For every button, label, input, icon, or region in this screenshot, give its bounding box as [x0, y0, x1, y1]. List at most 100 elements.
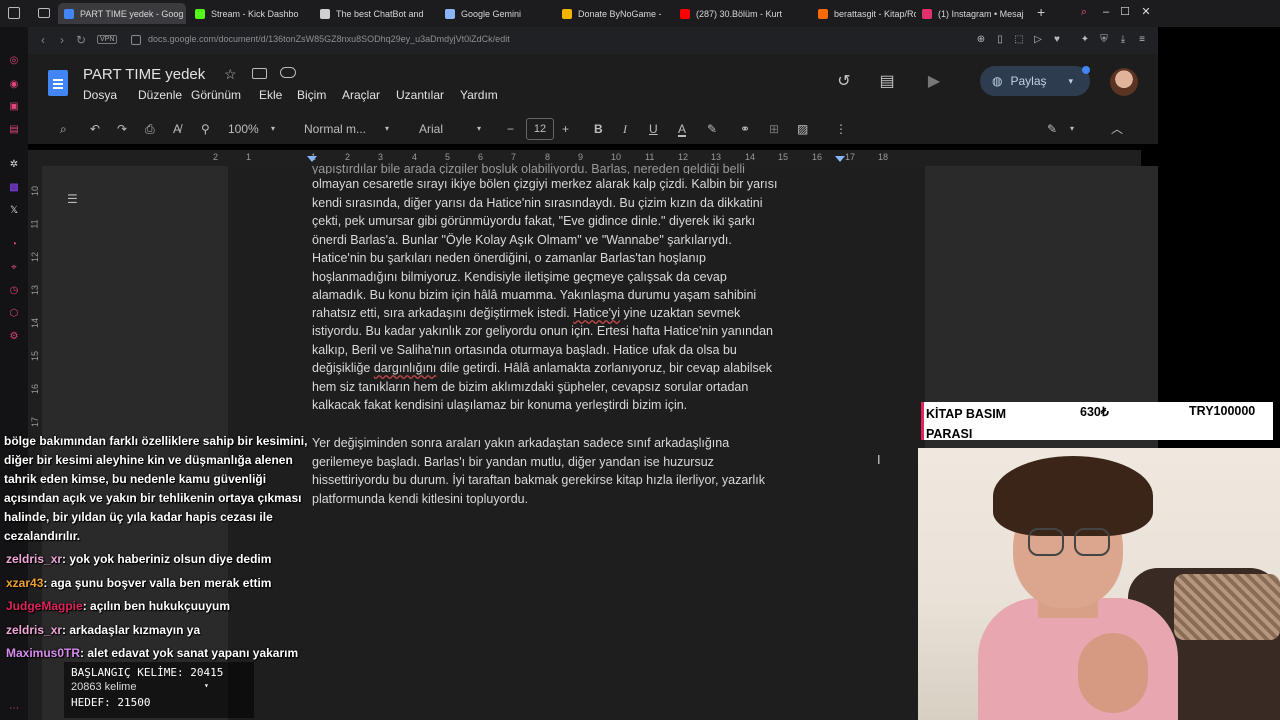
extensions-icon[interactable]: ⬡: [8, 308, 20, 320]
chevron-down-icon[interactable]: ▾: [385, 121, 389, 137]
menu-yardım[interactable]: Yardım: [460, 88, 498, 102]
aria-icon[interactable]: ◎: [8, 55, 20, 67]
font-select[interactable]: Arial: [419, 121, 443, 137]
chat-username[interactable]: zeldris_xr: [6, 552, 62, 566]
browser-tab[interactable]: Donate ByNoGame -: [562, 3, 667, 24]
search-menus-icon[interactable]: ⌕: [60, 121, 67, 137]
undo-icon[interactable]: ↶: [90, 121, 100, 137]
more-icon[interactable]: ⋯: [8, 703, 20, 715]
version-history-icon[interactable]: ↺: [834, 72, 854, 92]
redo-icon[interactable]: ↷: [117, 121, 127, 137]
back-button[interactable]: ‹: [36, 33, 50, 47]
spelling-error[interactable]: Hatice'yi: [573, 306, 620, 320]
reload-button[interactable]: ↻: [74, 33, 88, 47]
bookmark-icon[interactable]: ▯: [994, 34, 1006, 46]
search-tabs-icon[interactable]: ⌕: [1077, 5, 1091, 19]
x-icon[interactable]: 𝕏: [8, 205, 20, 217]
zoom-icon[interactable]: ⊕: [975, 34, 987, 46]
pin-icon[interactable]: ⌖: [8, 262, 20, 274]
forward-button[interactable]: ›: [55, 33, 69, 47]
hide-menus-icon[interactable]: ︿: [1111, 121, 1123, 137]
text-color-icon[interactable]: A: [678, 121, 687, 137]
style-select[interactable]: Normal m...: [304, 121, 366, 137]
avatar[interactable]: [1110, 68, 1138, 96]
chat-username[interactable]: zeldris_xr: [6, 623, 62, 637]
site-info-icon[interactable]: [131, 35, 141, 45]
font-size-input[interactable]: 12: [526, 118, 554, 140]
insert-link-icon[interactable]: ⚭: [740, 121, 750, 137]
browser-tab[interactable]: Stream - Kick Dashbo: [195, 3, 305, 24]
document-title[interactable]: PART TIME yedek: [83, 66, 205, 83]
menu-biçim[interactable]: Biçim: [297, 88, 326, 102]
increase-font-size-button[interactable]: +: [562, 121, 569, 137]
editing-mode-icon[interactable]: ✎: [1047, 121, 1057, 137]
menu-araçlar[interactable]: Araçlar: [342, 88, 380, 102]
shield-icon[interactable]: ⛨: [1098, 34, 1110, 46]
chevron-down-icon[interactable]: ▾: [1070, 121, 1074, 137]
meet-icon[interactable]: ▶: [924, 72, 944, 92]
spelling-error[interactable]: dargınlığını: [374, 361, 437, 375]
history-icon[interactable]: ◷: [8, 285, 20, 297]
play-icon[interactable]: ▷: [1032, 34, 1044, 46]
chevron-down-icon[interactable]: ▾: [477, 121, 481, 137]
chevron-down-icon[interactable]: ▾: [1069, 76, 1074, 87]
italic-button[interactable]: I: [623, 121, 627, 137]
browser-tab[interactable]: Google Gemini: [445, 3, 550, 24]
more-options-icon[interactable]: ⋮: [835, 121, 847, 137]
add-comment-icon[interactable]: ⊞: [769, 121, 779, 137]
current-word-count[interactable]: 20863 kelime: [71, 681, 136, 693]
zoom-select[interactable]: 100%: [228, 121, 259, 137]
menu-düzenle[interactable]: Düzenle: [138, 88, 182, 102]
docs-logo-icon[interactable]: [48, 70, 68, 96]
paint-format-icon[interactable]: ⚲: [201, 121, 210, 137]
twitch-icon[interactable]: ▩: [8, 182, 20, 194]
chat-username[interactable]: xzar43: [6, 576, 43, 590]
star-icon[interactable]: ☆: [224, 66, 237, 83]
cloud-status-icon[interactable]: [280, 67, 296, 78]
url-text[interactable]: docs.google.com/document/d/136tonZsW85GZ…: [148, 34, 510, 44]
decrease-font-size-button[interactable]: −: [507, 121, 514, 137]
underline-button[interactable]: U: [649, 121, 658, 137]
browser-tab[interactable]: (287) 30.Bölüm - Kurt: [680, 3, 805, 24]
browser-tab[interactable]: The best ChatBot and: [320, 3, 430, 24]
chevron-down-icon[interactable]: ▾: [271, 121, 275, 137]
extensions-icon[interactable]: ✦: [1079, 34, 1091, 46]
insert-image-icon[interactable]: ▨: [797, 121, 808, 137]
browser-tab[interactable]: berattasgit - Kitap/Ro: [818, 3, 916, 24]
menu-görünüm[interactable]: Görünüm: [191, 88, 241, 102]
menu-dosya[interactable]: Dosya: [83, 88, 117, 102]
tab-overview-icon[interactable]: [38, 8, 50, 18]
maximize-button[interactable]: ☐: [1118, 5, 1132, 19]
mail-icon[interactable]: ▤: [8, 124, 20, 136]
paragraph[interactable]: Yer değişiminden sonra araları yakın ark…: [312, 434, 842, 508]
share-button[interactable]: ◍ Paylaş ▾: [980, 66, 1090, 96]
document-outline-icon[interactable]: ☰: [67, 192, 78, 206]
highlight-icon[interactable]: ✎: [707, 121, 717, 137]
paragraph[interactable]: olmayan cesaretle sırayı ikiye bölen çiz…: [312, 175, 842, 305]
screenshot-icon[interactable]: ⬚: [1013, 34, 1025, 46]
print-icon[interactable]: ⎙: [145, 121, 155, 137]
player-icon[interactable]: ◔: [8, 239, 20, 251]
move-folder-icon[interactable]: [252, 68, 267, 79]
spellcheck-icon[interactable]: A̸: [173, 121, 181, 137]
chat-username[interactable]: JudgeMagpie: [6, 599, 83, 613]
minimize-button[interactable]: –: [1099, 5, 1113, 19]
menu-uzantılar[interactable]: Uzantılar: [396, 88, 444, 102]
chatgpt-icon[interactable]: ✲: [8, 159, 20, 171]
settings-icon[interactable]: ≡: [1136, 34, 1148, 46]
messenger-icon[interactable]: ◉: [8, 79, 20, 91]
vpn-badge[interactable]: VPN: [97, 35, 118, 44]
sidebar-toggle-icon[interactable]: [8, 7, 20, 19]
browser-tab[interactable]: PART TIME yedek - Goog✕: [58, 3, 186, 24]
new-tab-button[interactable]: +: [1037, 4, 1045, 20]
heart-icon[interactable]: ♥: [1051, 34, 1063, 46]
menu-ekle[interactable]: Ekle: [259, 88, 282, 102]
download-icon[interactable]: ⤓: [1117, 34, 1129, 46]
chevron-down-icon[interactable]: ▾: [204, 681, 209, 690]
bold-button[interactable]: B: [594, 121, 603, 137]
instagram-icon[interactable]: ▣: [8, 101, 20, 113]
browser-tab[interactable]: (1) Instagram • Mesaj: [922, 3, 1034, 24]
close-window-button[interactable]: ✕: [1139, 5, 1153, 19]
comments-icon[interactable]: ▤: [877, 72, 897, 92]
chat-username[interactable]: Maximus0TR: [6, 646, 80, 660]
